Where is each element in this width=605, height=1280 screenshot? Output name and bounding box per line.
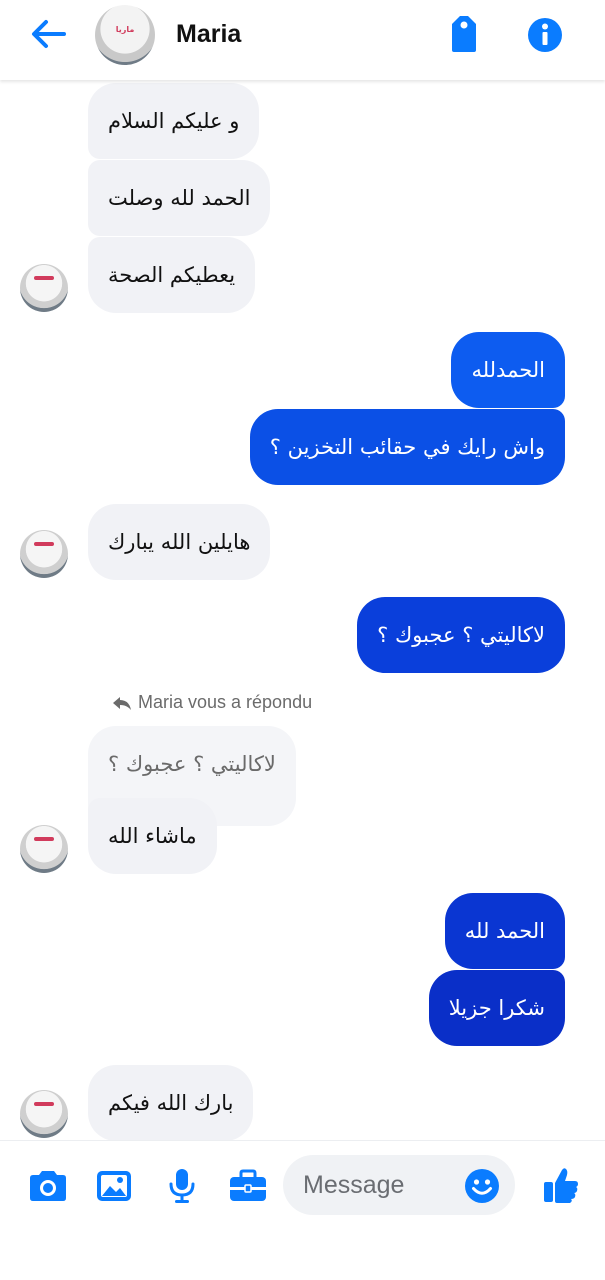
- arrow-left-icon[interactable]: [28, 16, 68, 52]
- message-outgoing[interactable]: الحمد لله: [444, 893, 565, 969]
- reply-indicator: Maria vous a répondu: [112, 692, 312, 713]
- info-icon[interactable]: [526, 16, 564, 54]
- message-incoming[interactable]: بارك الله فيكم: [88, 1065, 254, 1141]
- image-icon[interactable]: [92, 1168, 136, 1204]
- avatar-caption: ماريا: [115, 25, 135, 34]
- reply-icon: [113, 697, 131, 710]
- camera-icon[interactable]: [26, 1168, 70, 1204]
- message-outgoing[interactable]: واش رايك في حقائب التخزين ؟: [249, 409, 565, 485]
- message-composer: [0, 1140, 605, 1280]
- message-outgoing[interactable]: الحمدلله: [451, 332, 565, 408]
- message-incoming[interactable]: يعطيكم الصحة: [88, 237, 256, 313]
- thumbs-up-icon[interactable]: [541, 1165, 581, 1205]
- message-incoming[interactable]: هايلين الله يبارك: [88, 504, 271, 580]
- briefcase-icon[interactable]: [226, 1168, 270, 1204]
- conversation-header: ماريا Maria: [0, 0, 605, 80]
- contact-avatar[interactable]: ماريا: [95, 5, 155, 65]
- microphone-icon[interactable]: [160, 1168, 204, 1204]
- tag-icon[interactable]: [446, 14, 482, 54]
- contact-avatar-small[interactable]: [20, 530, 68, 578]
- message-incoming[interactable]: ماشاء الله: [88, 798, 217, 874]
- contact-avatar-small[interactable]: [20, 1090, 68, 1138]
- contact-avatar-small[interactable]: [20, 264, 68, 312]
- message-incoming[interactable]: و عليكم السلام: [88, 83, 260, 159]
- reply-indicator-text: Maria vous a répondu: [138, 692, 313, 712]
- message-outgoing[interactable]: شكرا جزيلا: [428, 970, 565, 1046]
- message-incoming[interactable]: الحمد لله وصلت: [88, 160, 271, 236]
- contact-name[interactable]: Maria: [176, 20, 241, 49]
- contact-avatar-small[interactable]: [20, 825, 68, 873]
- emoji-icon[interactable]: [464, 1168, 500, 1204]
- message-outgoing[interactable]: لاكاليتي ؟ عجبوك ؟: [357, 597, 565, 673]
